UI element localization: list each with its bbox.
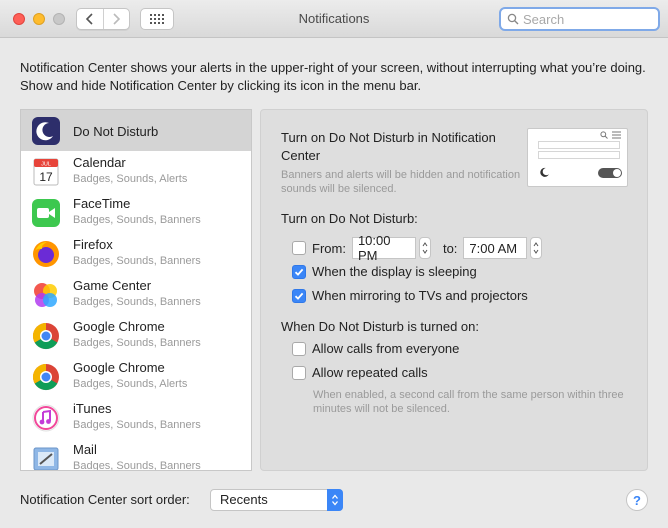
app-name: Google Chrome <box>73 360 165 375</box>
app-alert-style: Badges, Sounds, Banners <box>73 460 201 471</box>
mirroring-label: When mirroring to TVs and projectors <box>312 288 528 303</box>
moon-icon <box>540 167 549 177</box>
display-sleeping-label: When the display is sleeping <box>312 264 477 279</box>
forward-button[interactable] <box>102 9 130 29</box>
sort-order-select[interactable]: Recents <box>210 489 343 511</box>
display-sleeping-checkbox[interactable] <box>292 264 306 279</box>
preview-bar <box>538 141 620 149</box>
sort-order-label: Notification Center sort order: <box>20 492 190 507</box>
repeated-calls-row[interactable]: Allow repeated calls <box>292 365 428 380</box>
app-name: Do Not Disturb <box>73 124 159 139</box>
app-name: Google Chrome <box>73 319 165 334</box>
chrome-icon <box>31 362 61 392</box>
sort-order-value: Recents <box>220 492 268 507</box>
select-arrows-icon <box>327 489 343 511</box>
display-sleeping-row[interactable]: When the display is sleeping <box>292 264 477 279</box>
search-icon <box>507 13 519 25</box>
minimize-window-button[interactable] <box>33 13 45 25</box>
search-icon <box>600 131 608 139</box>
from-label: From: <box>312 240 346 256</box>
chrome-icon <box>31 321 61 351</box>
list-item-google-chrome[interactable]: Google Chrome Badges, Sounds, Alerts <box>21 356 251 397</box>
app-alert-style: Badges, Sounds, Banners <box>73 255 201 267</box>
mail-icon <box>31 444 61 470</box>
list-item-facetime[interactable]: FaceTime Badges, Sounds, Banners <box>21 192 251 233</box>
search-input[interactable] <box>523 11 653 27</box>
from-checkbox[interactable] <box>292 241 306 255</box>
to-time-stepper[interactable] <box>530 237 543 259</box>
firefox-icon <box>31 239 61 269</box>
to-label: to: <box>442 240 458 256</box>
app-name: Game Center <box>73 278 152 293</box>
show-all-button[interactable] <box>140 8 174 30</box>
app-alert-style: Badges, Sounds, Banners <box>73 337 201 349</box>
app-name: Calendar <box>73 155 126 170</box>
preview-menubar-icons <box>600 131 621 139</box>
itunes-icon <box>31 403 61 433</box>
mirroring-row[interactable]: When mirroring to TVs and projectors <box>292 288 528 303</box>
schedule-row: From: 10:00 PM to: 7:00 AM <box>292 233 543 263</box>
search-field[interactable] <box>499 7 660 31</box>
navigation-buttons <box>76 8 130 30</box>
mirroring-checkbox[interactable] <box>292 288 306 303</box>
from-time-field[interactable]: 10:00 PM <box>351 233 416 263</box>
list-icon <box>612 131 621 139</box>
list-item-itunes[interactable]: iTunes Badges, Sounds, Banners <box>21 397 251 438</box>
app-name: Mail <box>73 442 97 457</box>
app-name: FaceTime <box>73 196 131 211</box>
turn-on-label: Turn on Do Not Disturb: <box>281 211 418 226</box>
stepper-arrows-icon <box>534 242 539 254</box>
close-window-button[interactable] <box>13 13 25 25</box>
dnd-note: Banners and alerts will be hidden and no… <box>281 169 521 195</box>
app-name: iTunes <box>73 401 112 416</box>
list-item-firefox[interactable]: Firefox Badges, Sounds, Banners <box>21 233 251 274</box>
allow-calls-row[interactable]: Allow calls from everyone <box>292 341 459 356</box>
moon-icon <box>31 116 61 146</box>
facetime-icon <box>31 198 61 228</box>
calendar-icon: JUL 17 <box>31 157 61 187</box>
list-item-mail[interactable]: Mail Badges, Sounds, Banners <box>21 438 251 471</box>
repeated-calls-checkbox[interactable] <box>292 365 306 380</box>
calendar-icon-day: 17 <box>39 170 53 184</box>
app-list[interactable]: Do Not Disturb JUL 17 Calendar Badges, S… <box>20 109 252 471</box>
checkmark-icon <box>294 268 304 276</box>
preview-toggle <box>598 168 622 178</box>
zoom-window-button[interactable] <box>53 13 65 25</box>
when-on-label: When Do Not Disturb is turned on: <box>281 319 479 334</box>
app-alert-style: Badges, Sounds, Alerts <box>73 173 188 185</box>
description-text: Notification Center shows your alerts in… <box>20 60 646 93</box>
list-item-game-center[interactable]: Game Center Badges, Sounds, Banners <box>21 274 251 315</box>
calendar-icon-month: JUL <box>41 162 51 168</box>
repeated-calls-note: When enabled, a second call from the sam… <box>313 389 624 415</box>
app-alert-style: Badges, Sounds, Banners <box>73 419 201 431</box>
checkmark-icon <box>294 292 304 300</box>
app-name: Firefox <box>73 237 113 252</box>
app-alert-style: Badges, Sounds, Banners <box>73 296 201 308</box>
game-center-icon <box>31 280 61 310</box>
list-item-google-chrome[interactable]: Google Chrome Badges, Sounds, Banners <box>21 315 251 356</box>
notification-center-preview <box>527 128 628 187</box>
app-alert-style: Badges, Sounds, Banners <box>73 214 201 226</box>
repeated-calls-label: Allow repeated calls <box>312 365 428 380</box>
dnd-heading: Turn on Do Not Disturb in Notification C… <box>281 130 496 163</box>
do-not-disturb-panel: Turn on Do Not Disturb in Notification C… <box>260 109 648 471</box>
list-item-calendar[interactable]: JUL 17 Calendar Badges, Sounds, Alerts <box>21 151 251 192</box>
list-item-do-not-disturb[interactable]: Do Not Disturb <box>21 110 251 151</box>
app-alert-style: Badges, Sounds, Alerts <box>73 378 188 390</box>
allow-calls-label: Allow calls from everyone <box>312 341 460 356</box>
title-bar <box>0 0 668 38</box>
back-button[interactable] <box>77 9 103 29</box>
from-time-stepper[interactable] <box>418 237 431 259</box>
chevron-left-icon <box>85 13 93 25</box>
grid-icon <box>150 14 164 24</box>
stepper-arrows-icon <box>422 242 428 254</box>
to-time-field[interactable]: 7:00 AM <box>463 237 528 259</box>
preview-bar <box>538 151 620 159</box>
allow-calls-checkbox[interactable] <box>292 341 306 356</box>
chevron-right-icon <box>113 13 121 25</box>
help-button[interactable]: ? <box>626 489 648 511</box>
